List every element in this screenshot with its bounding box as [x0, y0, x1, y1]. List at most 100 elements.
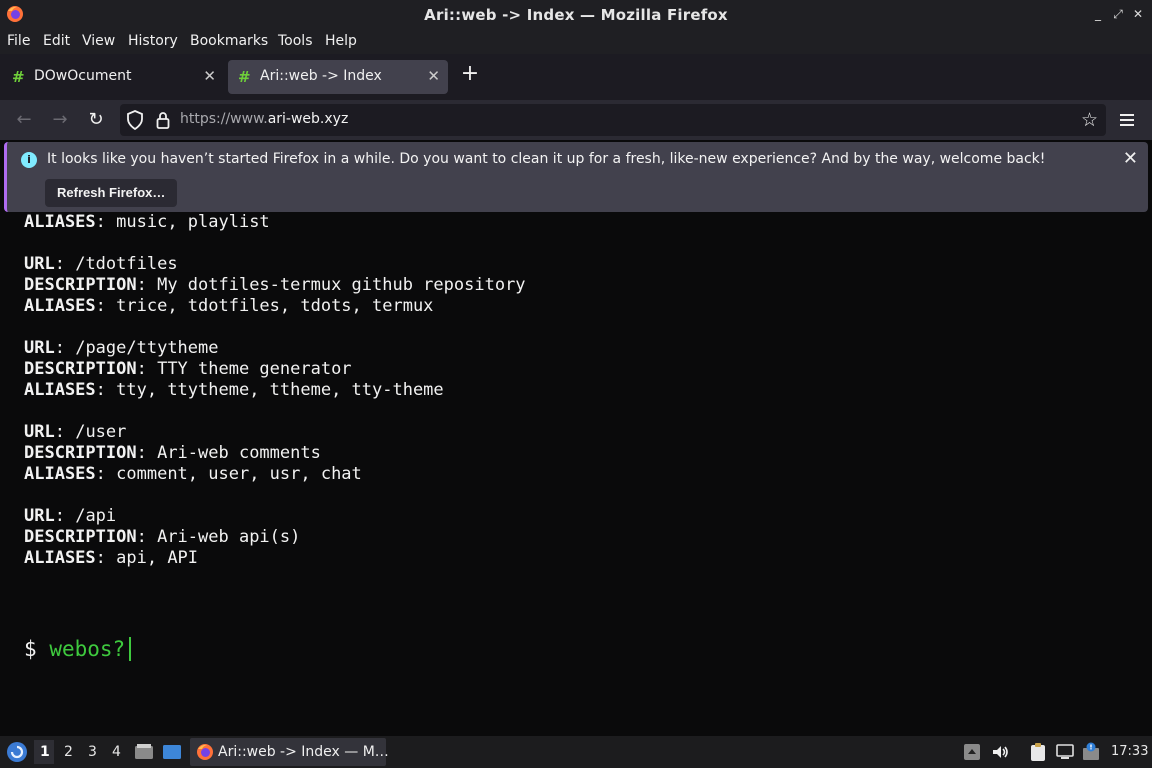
url-host: ari-web.xyz: [267, 111, 349, 127]
notification-bar: i It looks like you haven’t started Fire…: [4, 142, 1148, 212]
window-titlebar: Ari::web -> Index — Mozilla Firefox _ ⤢ …: [0, 0, 1152, 30]
entry-line: ALIASES: comment, user, usr, chat: [24, 464, 362, 484]
new-tab-button[interactable]: +: [458, 62, 482, 86]
entry-value: tty, ttytheme, ttheme, tty-theme: [116, 380, 444, 400]
entry-key: DESCRIPTION: [24, 443, 137, 463]
info-icon: i: [21, 152, 37, 168]
workspace-2[interactable]: 2: [64, 744, 73, 760]
entry-value: Ari-web comments: [157, 443, 321, 463]
entry-key: ALIASES: [24, 296, 96, 316]
menu-edit[interactable]: Edit: [43, 33, 70, 49]
entry-line: DESCRIPTION: TTY theme generator: [24, 359, 352, 379]
notification-message: It looks like you haven’t started Firefo…: [47, 151, 1046, 167]
menu-hamburger-icon[interactable]: [1118, 110, 1138, 130]
tab-strip: # DOwOcument ✕ # Ari::web -> Index ✕: [0, 54, 1152, 100]
entry-line: ALIASES: trice, tdotfiles, tdots, termux: [24, 296, 434, 316]
entry-key: DESCRIPTION: [24, 527, 137, 547]
tab-close-icon[interactable]: ✕: [203, 67, 216, 85]
entry-key: URL: [24, 338, 55, 358]
minimize-icon[interactable]: _: [1090, 6, 1106, 22]
tab-ari-web-index[interactable]: # Ari::web -> Index ✕: [228, 60, 448, 94]
tab-label: DOwOcument: [34, 68, 132, 84]
entry-key: URL: [24, 422, 55, 442]
url-text[interactable]: https://www.ari-web.xyz: [180, 111, 348, 127]
entry-key: DESCRIPTION: [24, 275, 137, 295]
entry-value: trice, tdotfiles, tdots, termux: [116, 296, 434, 316]
forward-arrow-icon[interactable]: →: [48, 108, 72, 132]
menu-history[interactable]: History: [128, 33, 178, 49]
menu-help[interactable]: Help: [325, 33, 357, 49]
notifications-icon[interactable]: [1081, 742, 1101, 762]
hash-favicon-icon: #: [238, 68, 251, 86]
url-bar[interactable]: https://www.ari-web.xyz ☆: [120, 104, 1106, 136]
entry-key: ALIASES: [24, 212, 96, 232]
start-menu-icon[interactable]: [6, 741, 28, 763]
entry-line: ALIASES: tty, ttytheme, ttheme, tty-them…: [24, 380, 444, 400]
url-prefix: https://www.: [180, 111, 268, 127]
entry-key: ALIASES: [24, 380, 96, 400]
entry-line: URL: /tdotfiles: [24, 254, 178, 274]
tab-close-icon[interactable]: ✕: [427, 67, 440, 85]
network-icon[interactable]: [1055, 742, 1075, 762]
taskbar: 1 2 3 4 Ari::web -> Index — M… 17:33: [0, 736, 1152, 768]
prompt-input[interactable]: webos?: [49, 637, 125, 661]
tray-up-icon[interactable]: [962, 742, 982, 762]
entry-key: DESCRIPTION: [24, 359, 137, 379]
entry-line: DESCRIPTION: Ari-web api(s): [24, 527, 301, 547]
clipboard-icon[interactable]: [1028, 742, 1048, 762]
tab-dowocument[interactable]: # DOwOcument ✕: [2, 60, 224, 94]
entry-key: ALIASES: [24, 548, 96, 568]
entry-value: music, playlist: [116, 212, 270, 232]
entry-value: My dotfiles-termux github repository: [157, 275, 526, 295]
menu-view[interactable]: View: [82, 33, 115, 49]
entry-line: URL: /user: [24, 422, 127, 442]
task-label: Ari::web -> Index — M…: [218, 744, 389, 760]
entry-key: URL: [24, 254, 55, 274]
prompt-symbol: $: [24, 637, 37, 661]
terminal-prompt[interactable]: $ webos?: [24, 637, 132, 661]
entry-value: TTY theme generator: [157, 359, 352, 379]
entry-line: DESCRIPTION: My dotfiles-termux github r…: [24, 275, 526, 295]
entry-line: URL: /page/ttytheme: [24, 338, 219, 358]
entry-value: comment, user, usr, chat: [116, 464, 362, 484]
refresh-firefox-button[interactable]: Refresh Firefox…: [45, 179, 178, 207]
bookmark-star-icon[interactable]: ☆: [1081, 109, 1098, 131]
file-manager-icon[interactable]: [134, 742, 154, 762]
workspace-1[interactable]: 1: [40, 744, 50, 760]
menu-bar: File Edit View History Bookmarks Tools H…: [0, 30, 1152, 54]
text-caret: [129, 637, 132, 661]
reload-icon[interactable]: ↻: [84, 108, 108, 132]
entry-value: /api: [75, 506, 117, 526]
workspace-3[interactable]: 3: [88, 744, 97, 760]
notification-close-icon[interactable]: ✕: [1123, 148, 1138, 169]
entry-line: ALIASES: api, API: [24, 548, 199, 568]
entry-line: URL: /api: [24, 506, 117, 526]
entry-value: api, API: [116, 548, 199, 568]
page-content: ALIASES: music, playlist URL: /tdotfiles…: [0, 212, 1152, 736]
close-window-icon[interactable]: ✕: [1130, 6, 1146, 22]
entry-key: ALIASES: [24, 464, 96, 484]
taskbar-firefox-task[interactable]: Ari::web -> Index — M…: [190, 738, 389, 766]
shield-icon[interactable]: [126, 110, 144, 130]
show-desktop-icon[interactable]: [162, 742, 182, 762]
entry-value: /page/ttytheme: [75, 338, 219, 358]
entry-line: ALIASES: music, playlist: [24, 212, 270, 232]
entry-line: DESCRIPTION: Ari-web comments: [24, 443, 321, 463]
entry-value: Ari-web api(s): [157, 527, 301, 547]
entry-value: /user: [75, 422, 127, 442]
hash-favicon-icon: #: [12, 68, 25, 86]
firefox-task-icon: [197, 744, 213, 760]
tab-label: Ari::web -> Index: [260, 68, 382, 84]
menu-tools[interactable]: Tools: [278, 33, 313, 49]
menu-file[interactable]: File: [7, 33, 30, 49]
volume-icon[interactable]: [990, 742, 1010, 762]
menu-bookmarks[interactable]: Bookmarks: [190, 33, 268, 49]
entry-key: URL: [24, 506, 55, 526]
lock-icon[interactable]: [156, 111, 170, 129]
clock[interactable]: 17:33: [1111, 744, 1148, 759]
workspace-4[interactable]: 4: [112, 744, 121, 760]
back-arrow-icon[interactable]: ←: [12, 108, 36, 132]
entry-value: /tdotfiles: [75, 254, 178, 274]
maximize-icon[interactable]: ⤢: [1110, 6, 1126, 22]
window-title: Ari::web -> Index — Mozilla Firefox: [424, 6, 728, 24]
